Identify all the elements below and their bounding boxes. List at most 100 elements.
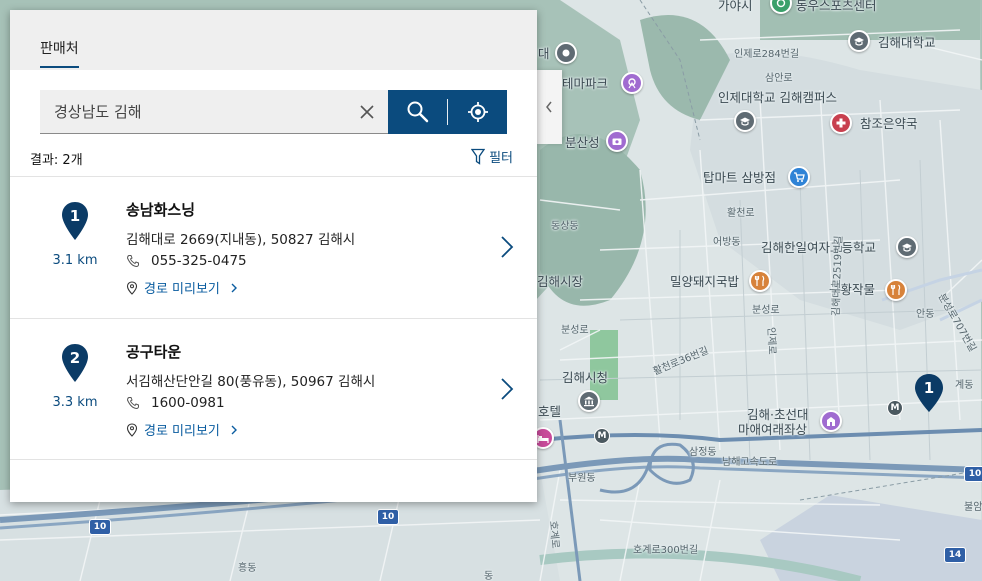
- landmark-icon: [827, 417, 835, 426]
- map-label: 분성로: [561, 325, 589, 336]
- map-label: 남해고속도로: [722, 457, 778, 468]
- phone-number: 1600-0981: [151, 395, 225, 411]
- map-label: 인제로284번길: [734, 49, 800, 60]
- government-building-icon: [584, 396, 594, 407]
- metro-station-icon[interactable]: M: [887, 400, 903, 416]
- result-distance: 3.3 km: [52, 395, 98, 410]
- camera-icon: [612, 138, 622, 145]
- map-label: 분산성: [565, 135, 600, 150]
- school-icon: [902, 243, 912, 252]
- highway-shield: 14: [944, 547, 966, 563]
- map-label: 테마파크: [562, 76, 609, 91]
- result-count: 결과: 2개: [30, 153, 83, 168]
- map-label: 계동: [955, 380, 974, 391]
- search-icon: [407, 101, 428, 123]
- poi-marker[interactable]: [621, 72, 643, 94]
- poi-marker[interactable]: [820, 410, 842, 432]
- chevron-right-icon[interactable]: [497, 233, 517, 261]
- hotel-icon: [537, 435, 549, 443]
- map-label: 동: [484, 571, 494, 581]
- map-label: 활천로: [727, 208, 755, 219]
- collapse-panel-button[interactable]: [536, 70, 562, 144]
- map-label: 불암: [964, 502, 982, 513]
- map-label: 분성로: [752, 305, 780, 316]
- tab-bar: 판매처: [10, 10, 537, 70]
- highway-shield: 10: [89, 519, 111, 535]
- search-box: [40, 90, 388, 134]
- shopping-cart-icon: [794, 172, 805, 182]
- map-label: 대: [538, 46, 550, 61]
- phone-number: 055-325-0475: [151, 253, 247, 269]
- map-label: 호계로: [547, 520, 561, 549]
- store-phone[interactable]: 055-325-0475: [126, 253, 247, 269]
- result-bar: 결과: 2개 필터: [30, 147, 513, 168]
- poi-marker[interactable]: [578, 390, 600, 412]
- map-label: 김해시장: [537, 274, 584, 289]
- search-actions: [388, 90, 507, 134]
- filter-button[interactable]: 필터: [471, 147, 513, 166]
- list-item[interactable]: 2 3.3 km 공구타운 서김해산단안길 80(풍유동), 50967 김해시…: [10, 318, 537, 460]
- map-label: 부원동: [568, 473, 596, 484]
- map-label: 마애여래좌상: [738, 422, 808, 437]
- chevron-left-icon: [546, 101, 552, 113]
- route-preview-link[interactable]: 경로 미리보기: [126, 278, 238, 297]
- phone-icon: [126, 255, 139, 268]
- result-distance: 3.1 km: [52, 253, 98, 268]
- highway-shield: 10: [964, 466, 982, 482]
- poi-marker[interactable]: [749, 270, 771, 292]
- result-number: 2: [69, 349, 81, 367]
- poi-marker[interactable]: [896, 236, 918, 258]
- chevron-right-icon: [231, 283, 237, 292]
- map-label: 인제대학교 김해캠퍼스: [718, 90, 837, 105]
- map-label: 인제로: [765, 326, 777, 355]
- store-phone[interactable]: 1600-0981: [126, 395, 225, 411]
- poi-marker[interactable]: [788, 166, 810, 188]
- map-label: 김해시청: [562, 370, 609, 385]
- highway-shield: 10: [377, 509, 399, 525]
- tab-retailers[interactable]: 판매처: [40, 38, 79, 68]
- chevron-right-icon: [231, 425, 237, 434]
- poi-marker[interactable]: [885, 279, 907, 301]
- store-address: 김해대로 2669(지내동), 50827 김해시: [126, 232, 356, 248]
- poi-marker[interactable]: [848, 30, 870, 52]
- map-label: 호텔: [538, 404, 562, 419]
- crosshair-icon: [467, 102, 488, 122]
- locate-me-button[interactable]: [448, 90, 507, 134]
- search-input[interactable]: [54, 102, 344, 121]
- metro-station-icon[interactable]: M: [594, 428, 610, 444]
- restaurant-icon: [890, 284, 901, 295]
- map-label: 어방동: [713, 237, 741, 248]
- school-icon: [854, 37, 864, 46]
- store-name: 송남화스닝: [126, 201, 196, 219]
- filter-label: 필터: [489, 151, 513, 166]
- route-preview-link[interactable]: 경로 미리보기: [126, 420, 238, 439]
- pharmacy-icon: [836, 118, 846, 128]
- map-label: 흥동: [238, 563, 257, 574]
- route-preview-label: 경로 미리보기: [144, 424, 220, 439]
- search-row: [40, 90, 507, 134]
- poi-marker[interactable]: [734, 110, 756, 132]
- button-divider: [447, 99, 448, 125]
- chevron-right-icon[interactable]: [497, 375, 517, 403]
- map-label: 동우스포츠센터: [796, 0, 877, 13]
- map-label: 김해·초선대: [747, 407, 809, 422]
- map-label: 탑마트 삼방점: [703, 170, 776, 185]
- result-marker: 1: [61, 201, 89, 241]
- list-item[interactable]: 1 3.1 km 송남화스닝 김해대로 2669(지내동), 50827 김해시…: [10, 176, 537, 318]
- poi-marker[interactable]: [606, 130, 628, 152]
- map-label: 김해한일여자고등학교: [761, 240, 877, 255]
- search-button[interactable]: [388, 90, 447, 134]
- store-map-marker[interactable]: 1: [914, 373, 944, 413]
- store-name: 공구타운: [126, 343, 182, 361]
- location-pin-icon: [126, 422, 138, 437]
- poi-marker[interactable]: [830, 112, 852, 134]
- result-number: 1: [69, 207, 81, 225]
- map-label: 가야시: [718, 0, 753, 13]
- restaurant-icon: [754, 275, 765, 286]
- location-dot-icon: [562, 49, 570, 57]
- store-address: 서김해산단안길 80(풍유동), 50967 김해시: [126, 374, 376, 390]
- clear-icon[interactable]: [358, 103, 376, 121]
- poi-marker[interactable]: [555, 42, 577, 64]
- map-label: 삼안로: [765, 73, 793, 84]
- store-locator-panel: 판매처 결과: [10, 10, 537, 502]
